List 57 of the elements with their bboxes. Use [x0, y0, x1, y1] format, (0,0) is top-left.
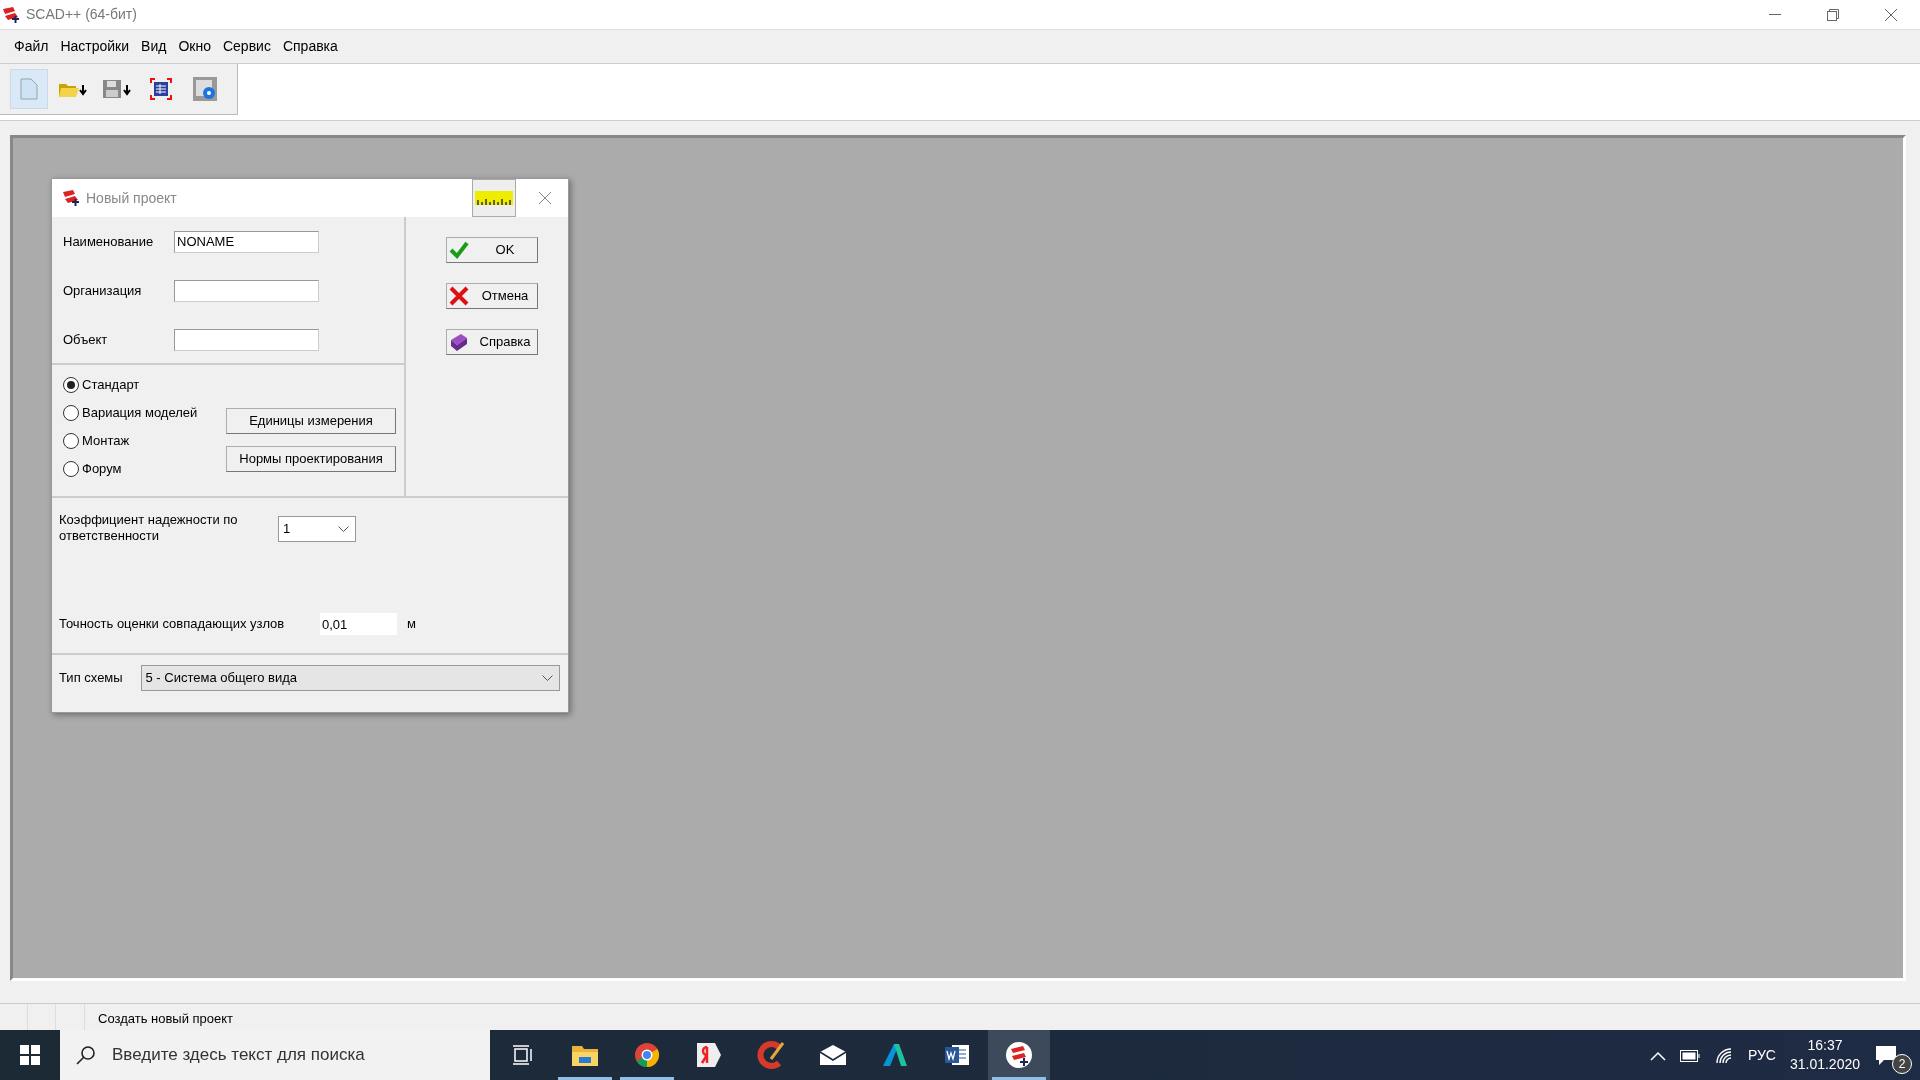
- language-indicator[interactable]: РУС: [1747, 1044, 1776, 1066]
- input-field[interactable]: 0,01: [320, 613, 397, 636]
- menu-item[interactable]: Окно: [172, 34, 217, 59]
- help-button[interactable]: Справка: [446, 329, 538, 355]
- menu-item[interactable]: Справка: [276, 34, 344, 59]
- restore-icon: [1827, 8, 1839, 21]
- document-icon: [20, 78, 38, 100]
- window-title: SCAD++ (64-бит): [26, 5, 137, 24]
- floppy-disk-icon: [102, 79, 132, 99]
- input-field[interactable]: NONAME: [174, 230, 319, 253]
- radio-label[interactable]: Форум: [82, 459, 122, 479]
- ruler-icon: [475, 191, 513, 205]
- radio-button[interactable]: [63, 405, 79, 421]
- radio-label[interactable]: Монтаж: [82, 431, 130, 451]
- unit-label: м: [407, 615, 416, 634]
- field-label: Наименование: [63, 232, 155, 251]
- ok-button[interactable]: OK: [446, 237, 538, 263]
- check-icon: [449, 241, 469, 259]
- message-icon: [1874, 1044, 1898, 1066]
- app-logo-icon[interactable]: [988, 1030, 1050, 1080]
- menu-item[interactable]: Вид: [135, 34, 173, 59]
- radio-label[interactable]: Стандарт: [82, 375, 140, 395]
- radio-button[interactable]: [63, 377, 79, 393]
- app-logo-icon: [2, 5, 20, 24]
- input-field[interactable]: [174, 328, 319, 351]
- cancel-button[interactable]: Отмена: [446, 283, 538, 309]
- menu-item[interactable]: Настройки: [54, 34, 136, 59]
- dialog-title: Новый проект: [86, 188, 177, 208]
- scheme-dropdown[interactable]: 5 - Система общего вида: [140, 665, 560, 691]
- menu-item[interactable]: Файл: [8, 34, 55, 59]
- chevron-down-icon: [338, 525, 349, 533]
- cross-icon: [449, 286, 469, 306]
- field-label: Коэффициент надежности по ответственности: [59, 512, 239, 544]
- settings-button[interactable]: Единицы измерения: [226, 408, 396, 434]
- close-icon: [539, 192, 551, 204]
- search-icon: [76, 1045, 96, 1065]
- status-text: Создать новый проект: [97, 1010, 234, 1028]
- field-label: Тип схемы: [59, 669, 124, 688]
- app-logo-icon: [62, 189, 80, 207]
- reliability-dropdown[interactable]: 1: [278, 516, 356, 542]
- radio-button[interactable]: [63, 461, 79, 477]
- settings-button[interactable]: Нормы проектирования: [226, 446, 396, 472]
- menu-item[interactable]: Сервис: [216, 34, 277, 59]
- chevron-down-icon: [542, 674, 553, 682]
- windows-logo-icon: [20, 1045, 40, 1065]
- minimize-icon: [1769, 13, 1781, 16]
- input-field[interactable]: [174, 279, 319, 302]
- close-icon: [1885, 8, 1897, 21]
- ruler-button[interactable]: [472, 179, 516, 217]
- field-label: Организация: [63, 281, 143, 300]
- radio-button[interactable]: [63, 433, 79, 449]
- field-label: Точность оценки совпадающих узлов: [59, 615, 286, 634]
- field-label: Объект: [63, 330, 109, 349]
- search-field[interactable]: Введите здесь текст для поиска: [60, 1030, 490, 1080]
- clock[interactable]: 16:37 31.01.2020: [1789, 1036, 1860, 1074]
- settings-icon: [192, 76, 218, 102]
- radio-label[interactable]: Вариация моделей: [82, 403, 198, 423]
